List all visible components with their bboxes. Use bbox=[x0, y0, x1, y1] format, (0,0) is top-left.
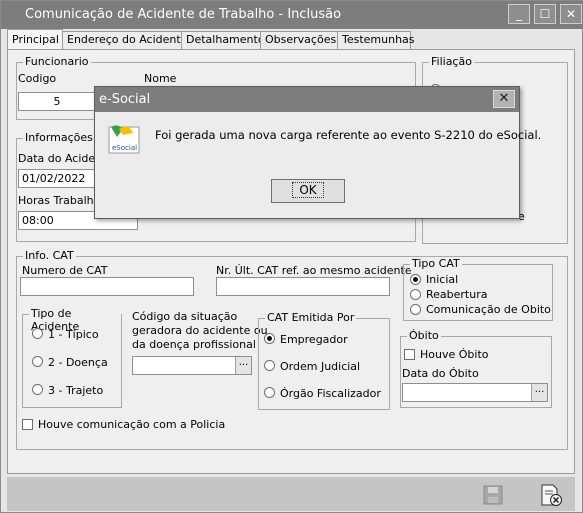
codigo-input[interactable]: 5 bbox=[18, 92, 96, 111]
esocial-logo-text: eSocial bbox=[112, 144, 137, 152]
codigo-situacao-input[interactable] bbox=[132, 356, 252, 375]
tab-observacoes[interactable]: Observações bbox=[260, 31, 338, 49]
nr-ult-cat-label: Nr. Últ. CAT ref. ao mesmo acidente bbox=[216, 264, 412, 277]
empregador-radio[interactable] bbox=[264, 333, 275, 344]
tab-testemunhas[interactable]: Testemunhas bbox=[337, 31, 415, 49]
tipo-cat-label: Tipo CAT bbox=[410, 257, 462, 270]
policia-label: Houve comunicação com a Policia bbox=[38, 418, 226, 431]
maximize-button[interactable]: ☐ bbox=[534, 4, 556, 24]
policia-checkbox[interactable] bbox=[22, 419, 33, 430]
save-icon[interactable] bbox=[483, 485, 503, 505]
tipo-cat-inicial-label: Inicial bbox=[426, 273, 459, 286]
orgao-fiscalizador-radio[interactable] bbox=[264, 387, 275, 398]
esocial-logo-icon: eSocial bbox=[107, 123, 141, 155]
cancel-document-icon[interactable] bbox=[539, 483, 563, 507]
tipo-cat-obito-label: Comunicação de Obito bbox=[426, 303, 551, 316]
funcionario-label: Funcionario bbox=[23, 55, 91, 68]
codigo-label: Codigo bbox=[18, 72, 57, 85]
ok-button[interactable]: OK bbox=[271, 179, 345, 203]
empregador-label: Empregador bbox=[280, 333, 348, 346]
tipo-cat-reabertura-radio[interactable] bbox=[410, 289, 421, 300]
numero-cat-input[interactable] bbox=[20, 277, 194, 296]
codigo-situacao-label-3: da doença profissional bbox=[132, 338, 256, 351]
esocial-dialog: e-Social ✕ eSocial Foi gerada uma nova c… bbox=[94, 86, 541, 219]
dialog-close-button[interactable]: ✕ bbox=[493, 90, 515, 108]
dialog-title-bar: e-Social ✕ bbox=[95, 87, 519, 112]
codigo-situacao-lookup-button[interactable]: ... bbox=[235, 357, 251, 374]
info-cat-label: Info. CAT bbox=[23, 249, 76, 262]
title-bar: Comunicação de Acidente de Trabalho - In… bbox=[1, 1, 583, 29]
cat-window: Comunicação de Acidente de Trabalho - In… bbox=[0, 0, 583, 513]
dialog-title: e-Social bbox=[99, 92, 151, 107]
data-obito-lookup-button[interactable]: ... bbox=[531, 384, 547, 401]
doenca-label: 2 - Doença bbox=[48, 356, 108, 369]
tipico-label: 1 - Típico bbox=[48, 328, 99, 341]
orgao-fiscalizador-label: Órgão Fiscalizador bbox=[280, 387, 381, 400]
codigo-situacao-label-1: Código da situação bbox=[132, 310, 238, 323]
minimize-button[interactable]: _ bbox=[508, 4, 530, 24]
houve-obito-label: Houve Óbito bbox=[420, 348, 489, 361]
trajeto-radio[interactable] bbox=[32, 384, 43, 395]
close-button[interactable]: ✕ bbox=[560, 4, 582, 24]
bottom-toolbar bbox=[7, 477, 575, 511]
ok-label: OK bbox=[292, 182, 324, 198]
trajeto-label: 3 - Trajeto bbox=[48, 384, 104, 397]
doenca-radio[interactable] bbox=[32, 356, 43, 367]
data-obito-input[interactable] bbox=[402, 383, 548, 402]
tipo-cat-reabertura-label: Reabertura bbox=[426, 288, 488, 301]
tipo-cat-obito-radio[interactable] bbox=[410, 304, 421, 315]
filiacao-label: Filiação bbox=[429, 55, 474, 68]
tab-endereco-acidente[interactable]: Endereço do Acidente bbox=[62, 31, 187, 49]
numero-cat-label: Numero de CAT bbox=[22, 264, 108, 277]
tipico-radio[interactable] bbox=[32, 328, 43, 339]
codigo-situacao-label-2: geradora do acidente ou bbox=[132, 324, 268, 337]
window-title: Comunicação de Acidente de Trabalho - In… bbox=[25, 7, 342, 22]
nome-label: Nome bbox=[144, 72, 177, 85]
obito-label: Óbito bbox=[407, 329, 441, 342]
cat-emitida-label: CAT Emitida Por bbox=[265, 311, 357, 324]
ordem-judicial-radio[interactable] bbox=[264, 360, 275, 371]
houve-obito-checkbox[interactable] bbox=[404, 349, 415, 360]
nr-ult-cat-input[interactable] bbox=[216, 277, 390, 296]
tab-detalhamento[interactable]: Detalhamento bbox=[181, 31, 265, 49]
ordem-judicial-label: Ordem Judicial bbox=[280, 360, 361, 373]
tipo-cat-inicial-radio[interactable] bbox=[410, 274, 421, 285]
dialog-message: Foi gerada uma nova carga referente ao e… bbox=[155, 128, 542, 142]
data-obito-label: Data do Óbito bbox=[402, 367, 479, 380]
tab-principal[interactable]: Principal bbox=[7, 29, 63, 50]
